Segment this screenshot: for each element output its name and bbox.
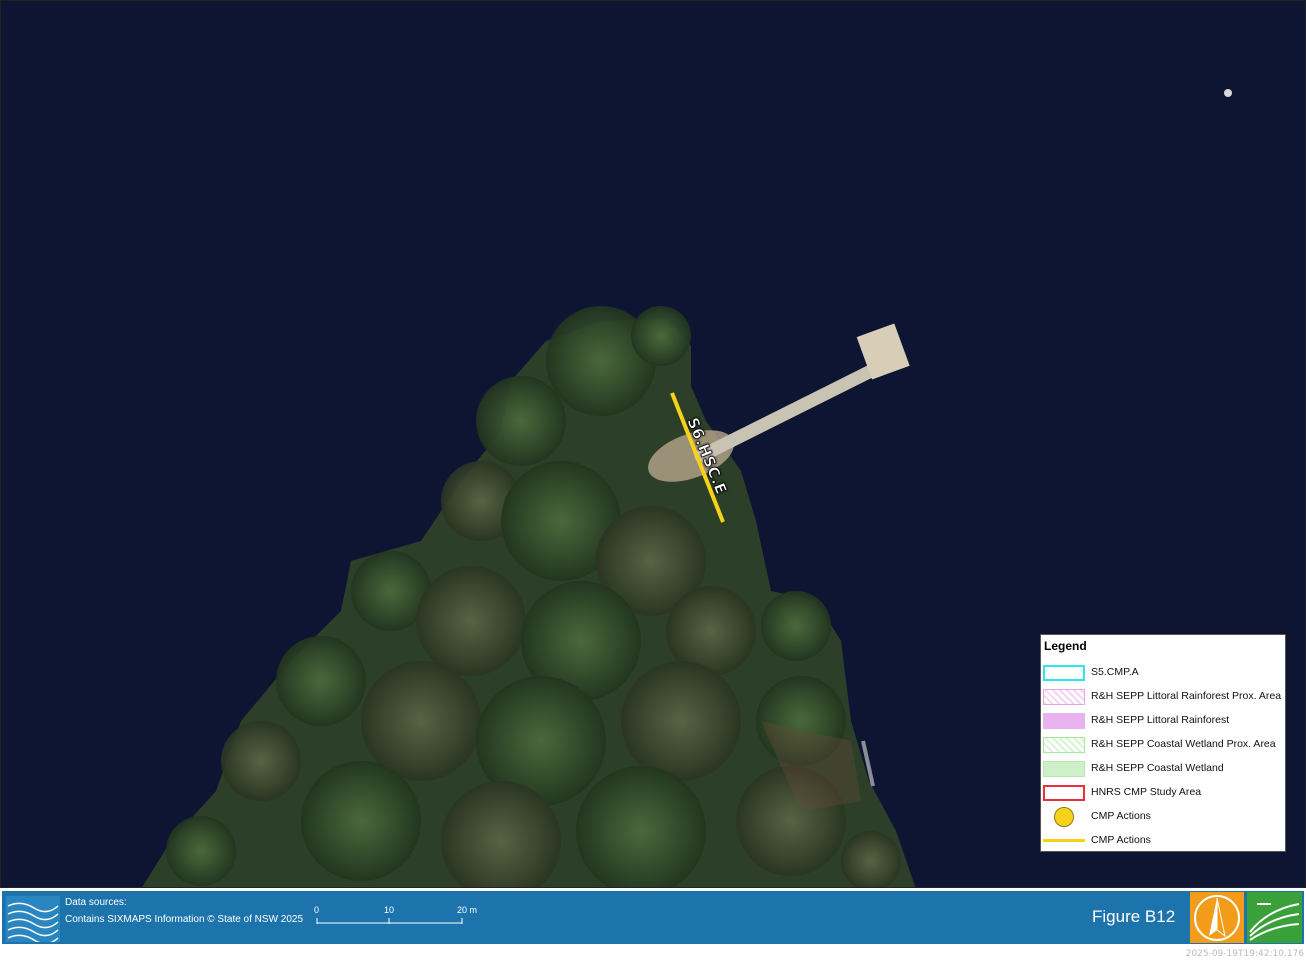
scale-bar: 0 10 20 m bbox=[312, 905, 502, 933]
data-sources-heading: Data sources: bbox=[65, 897, 127, 908]
legend-item-s5-cmp-a: S5.CMP.A bbox=[1041, 662, 1285, 684]
aerial-map[interactable]: S6.HSC.E Legend S5.CMP.A R&H SEPP Littor… bbox=[0, 0, 1306, 888]
outline-swatch-icon bbox=[1043, 665, 1085, 681]
legend-label: R&H SEPP Littoral Rainforest bbox=[1091, 714, 1230, 726]
footer-bar: Data sources: Contains SIXMAPS Informati… bbox=[2, 891, 1304, 944]
legend-label: CMP Actions bbox=[1091, 834, 1151, 846]
data-sources-text: Contains SIXMAPS Information © State of … bbox=[65, 914, 304, 925]
map-footer: Data sources: Contains SIXMAPS Informati… bbox=[0, 889, 1306, 946]
hatch-swatch-icon bbox=[1043, 737, 1085, 753]
scale-tick-label: 20 m bbox=[457, 905, 478, 915]
map-legend: Legend S5.CMP.A R&H SEPP Littoral Rainfo… bbox=[1040, 634, 1286, 852]
legend-item-cmp-actions-point: CMP Actions bbox=[1041, 806, 1285, 828]
legend-item-littoral: R&H SEPP Littoral Rainforest bbox=[1041, 710, 1285, 732]
fill-swatch-icon bbox=[1043, 761, 1085, 777]
scale-tick-label: 10 bbox=[384, 905, 395, 915]
mooring-buoy bbox=[1224, 89, 1232, 97]
agency-logo-icon bbox=[1247, 892, 1302, 943]
legend-label: R&H SEPP Coastal Wetland bbox=[1091, 762, 1224, 774]
outline-swatch-icon bbox=[1043, 785, 1085, 801]
legend-label: R&H SEPP Littoral Rainforest Prox. Area bbox=[1091, 690, 1282, 702]
legend-item-study-area: HNRS CMP Study Area bbox=[1041, 782, 1285, 804]
point-symbol-icon bbox=[1054, 807, 1074, 827]
legend-item-wetland-prox: R&H SEPP Coastal Wetland Prox. Area bbox=[1041, 734, 1285, 756]
legend-title: Legend bbox=[1044, 639, 1087, 653]
export-timestamp: 2025-09-19T19:42:10.176 bbox=[1185, 949, 1304, 959]
legend-item-littoral-prox: R&H SEPP Littoral Rainforest Prox. Area bbox=[1041, 686, 1285, 708]
legend-label: S5.CMP.A bbox=[1091, 666, 1139, 678]
legend-label: HNRS CMP Study Area bbox=[1091, 786, 1202, 798]
legend-item-cmp-actions-line: CMP Actions bbox=[1041, 830, 1285, 852]
figure-label: Figure B12 bbox=[1092, 907, 1176, 926]
legend-item-wetland: R&H SEPP Coastal Wetland bbox=[1041, 758, 1285, 780]
line-symbol-icon bbox=[1043, 839, 1085, 842]
scale-tick-label: 0 bbox=[314, 905, 320, 915]
fill-swatch-icon bbox=[1043, 713, 1085, 729]
hatch-swatch-icon bbox=[1043, 689, 1085, 705]
legend-label: CMP Actions bbox=[1091, 810, 1151, 822]
wave-logo-icon bbox=[6, 896, 60, 942]
north-arrow-icon bbox=[1190, 892, 1244, 943]
legend-label: R&H SEPP Coastal Wetland Prox. Area bbox=[1091, 738, 1276, 750]
